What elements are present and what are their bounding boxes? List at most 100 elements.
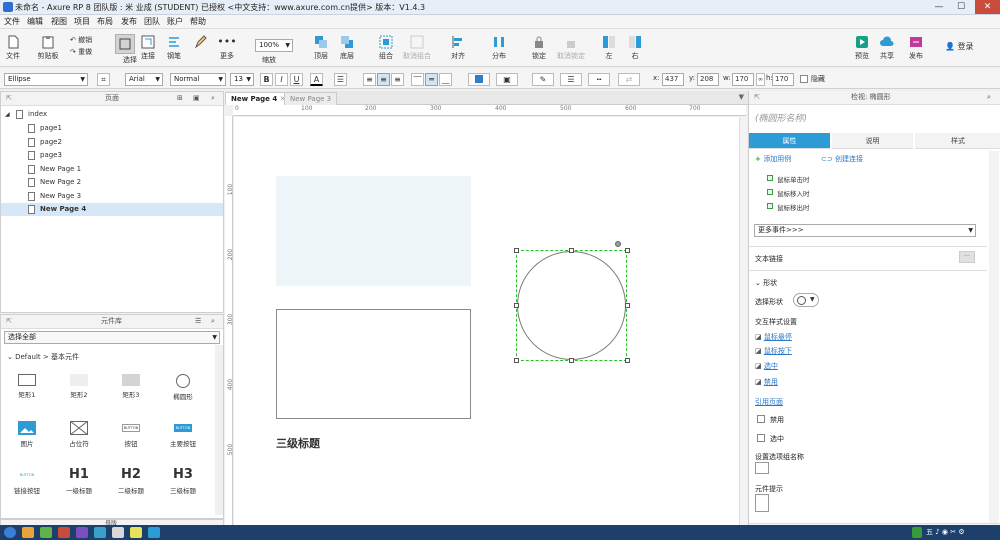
unlock-button[interactable]: 取消锁定 [556,35,586,61]
menu-help[interactable]: 帮助 [190,16,206,27]
font-style-select[interactable]: Normal ▼ [170,73,226,86]
undo-button[interactable]: ↶ 撤销 [70,35,92,45]
w-input[interactable]: 170 [732,73,754,86]
page-tree-item-new-page-1[interactable]: New Page 1 [1,163,223,176]
collapse-icon[interactable]: ⇱ [6,315,12,328]
left-button[interactable]: 左 [602,35,616,61]
style-disabled-link[interactable]: ◪ 禁用 [755,377,778,387]
widget-tip-input[interactable] [755,494,769,512]
collapse-icon[interactable]: ⇱ [754,91,760,104]
style-hover-link[interactable]: ◪ 鼠标悬停 [755,332,792,342]
menu-view[interactable]: 视图 [51,16,67,27]
line-width-button[interactable]: ☰ [560,73,582,86]
clipboard-button[interactable]: 剪贴板 [36,35,60,61]
inspector-scrollbar[interactable] [989,151,999,526]
widget-button[interactable]: BUTTON 按钮 [111,421,151,448]
line-pattern-button[interactable]: ┅ [588,73,610,86]
canvas-vertical-scrollbar[interactable] [739,117,747,525]
start-icon[interactable] [4,527,16,538]
resize-handle[interactable] [625,303,630,308]
widget-heading-2[interactable]: H2 二级标题 [111,468,151,496]
line-color-button[interactable]: ✎ [532,73,554,86]
send-bottom-button[interactable]: 底层 [338,35,356,61]
widget-placeholder[interactable]: 占位符 [59,421,99,448]
resize-handle[interactable] [625,248,630,253]
app-icon[interactable] [76,527,88,538]
event-onmouseout[interactable]: 鼠标移出时 [767,202,810,212]
resize-handle[interactable] [514,303,519,308]
tab-new-page-3[interactable]: New Page 3 [284,92,338,105]
distribute-button[interactable]: 分布 [489,35,509,61]
resize-handle[interactable] [514,248,519,253]
italic-button[interactable]: I [275,73,288,86]
widget-link-button[interactable]: BUTTON 链接按钮 [7,468,47,495]
ungroup-button[interactable]: 取消组合 [402,35,432,61]
menu-team[interactable]: 团队 [144,16,160,27]
select-mode-button[interactable] [115,34,135,54]
align-text-left-button[interactable]: ≡ [363,73,376,86]
canvas-rectangle-2[interactable] [276,176,471,286]
add-folder-icon[interactable]: ▣ [193,92,200,105]
bring-top-button[interactable]: 顶层 [312,35,330,61]
app-icon[interactable] [130,527,142,538]
lock-button[interactable]: 锁定 [530,35,548,61]
fill-color-button[interactable] [468,73,490,86]
maximize-button[interactable]: ☐ [951,0,971,14]
tab-properties[interactable]: 属性 [749,133,830,149]
valign-top-button[interactable]: ⎺ [411,73,424,86]
h-input[interactable]: 170 [772,73,794,86]
right-button[interactable]: 右 [628,35,642,61]
widget-image[interactable]: 图片 [7,421,47,448]
publish-button[interactable]: 发布 [904,35,928,61]
event-onmouseenter[interactable]: 鼠标移入时 [767,188,810,198]
group-button[interactable]: 组合 [377,35,395,61]
close-button[interactable]: ✕ [975,0,1000,14]
add-page-icon[interactable]: ⊞ [177,92,183,105]
valign-middle-button[interactable]: ═ [425,73,438,86]
shape-section-header[interactable]: ⌄ 形状 [755,278,777,288]
search-icon[interactable]: ⌕ [987,91,991,104]
resize-handle[interactable] [569,248,574,253]
font-color-button[interactable]: A [310,73,323,86]
reference-page-link[interactable]: 引用页面 [755,397,783,407]
tab-new-page-4[interactable]: New Page 4 ✕ [225,92,292,105]
pen-button[interactable] [192,35,208,51]
more-button[interactable]: ••• 更多 [217,35,237,61]
widget-ellipse[interactable]: 椭圆形 [163,374,203,401]
create-link-link[interactable]: ⊂⊃ 创建连接 [821,154,863,164]
login-button[interactable]: 👤 登录 [945,41,974,52]
widget-primary-button[interactable]: BUTTON 主要按钮 [163,421,203,448]
text-link-button[interactable]: ··· [959,251,975,263]
resize-handle[interactable] [625,358,630,363]
redo-button[interactable]: ↷ 重做 [70,47,92,57]
selected-checkbox[interactable] [757,434,765,442]
tabs-dropdown-icon[interactable]: ▼ [739,93,744,101]
add-case-link[interactable]: + 添加用例 [755,154,791,164]
x-input[interactable]: 437 [662,73,684,86]
menu-project[interactable]: 项目 [74,16,90,27]
design-canvas[interactable]: 三级标题 [234,117,739,525]
search-icon[interactable]: ⌕ [211,315,215,328]
shadow-button[interactable]: ▣ [496,73,518,86]
app-icon[interactable] [112,527,124,538]
format-painter-button[interactable]: ⌗ [97,73,110,86]
y-input[interactable]: 208 [697,73,719,86]
align-text-center-button[interactable]: ≡ [377,73,390,86]
shape-picker[interactable]: ▼ [793,293,819,307]
style-mousedown-link[interactable]: ◪ 鼠标按下 [755,346,792,356]
app-icon[interactable] [58,527,70,538]
minimize-button[interactable]: — [929,0,949,14]
library-scrollbar[interactable] [215,345,223,515]
disabled-checkbox[interactable] [757,415,765,423]
underline-button[interactable]: U [290,73,303,86]
rotate-handle-icon[interactable] [615,241,621,247]
page-tree-item-page3[interactable]: page3 [1,149,223,162]
align-button[interactable]: 对齐 [448,35,468,61]
page-tree-item-index[interactable]: ◢ index [1,108,223,121]
widget-rectangle-3[interactable]: 矩形3 [111,374,151,399]
widget-heading-1[interactable]: H1 一级标题 [59,468,99,496]
connect-tool-button[interactable]: 钢笔 [165,35,183,61]
zoom-select[interactable]: 100% ▼ [255,39,293,52]
menu-layout[interactable]: 布局 [97,16,113,27]
arrow-style-button[interactable]: ⇄ [618,73,640,86]
